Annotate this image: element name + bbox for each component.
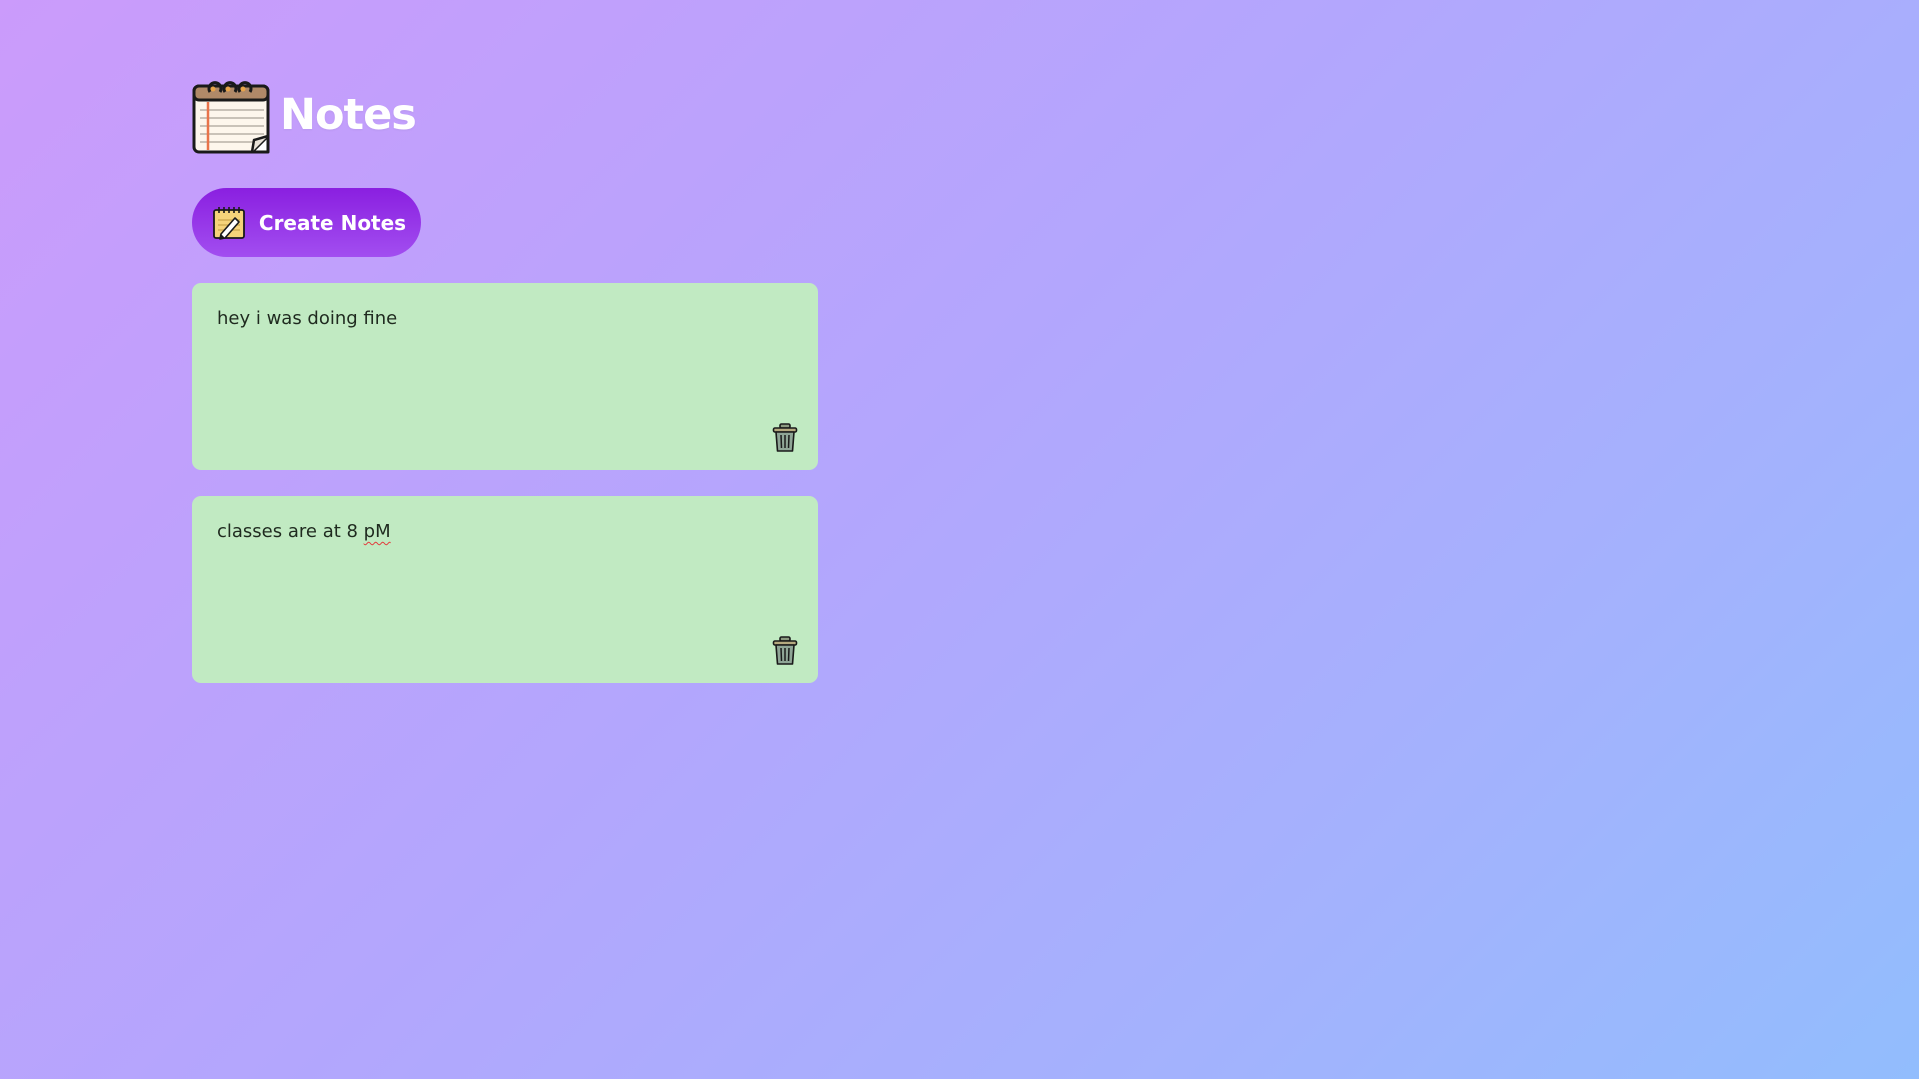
- app-header: Notes: [192, 76, 818, 154]
- notepad-icon: [192, 81, 270, 154]
- note-text-field[interactable]: hey i was doing fine: [217, 307, 793, 330]
- notes-app: Notes Create Notes hey i was doing fine: [192, 76, 818, 683]
- spellcheck-flagged-word: pM: [363, 521, 391, 542]
- notepad-pencil-icon: [212, 206, 245, 240]
- trash-icon[interactable]: [772, 636, 798, 666]
- note-text-field[interactable]: classes are at 8 pM: [217, 520, 793, 543]
- trash-icon[interactable]: [772, 423, 798, 453]
- note-text-prefix: classes are at 8: [217, 521, 364, 542]
- notes-list: hey i was doing fine classes are at 8 pM: [192, 283, 818, 683]
- note-card: hey i was doing fine: [192, 283, 818, 470]
- page-title: Notes: [280, 90, 417, 140]
- note-card: classes are at 8 pM: [192, 496, 818, 683]
- create-notes-label: Create Notes: [258, 210, 407, 235]
- create-notes-button[interactable]: Create Notes: [192, 188, 421, 257]
